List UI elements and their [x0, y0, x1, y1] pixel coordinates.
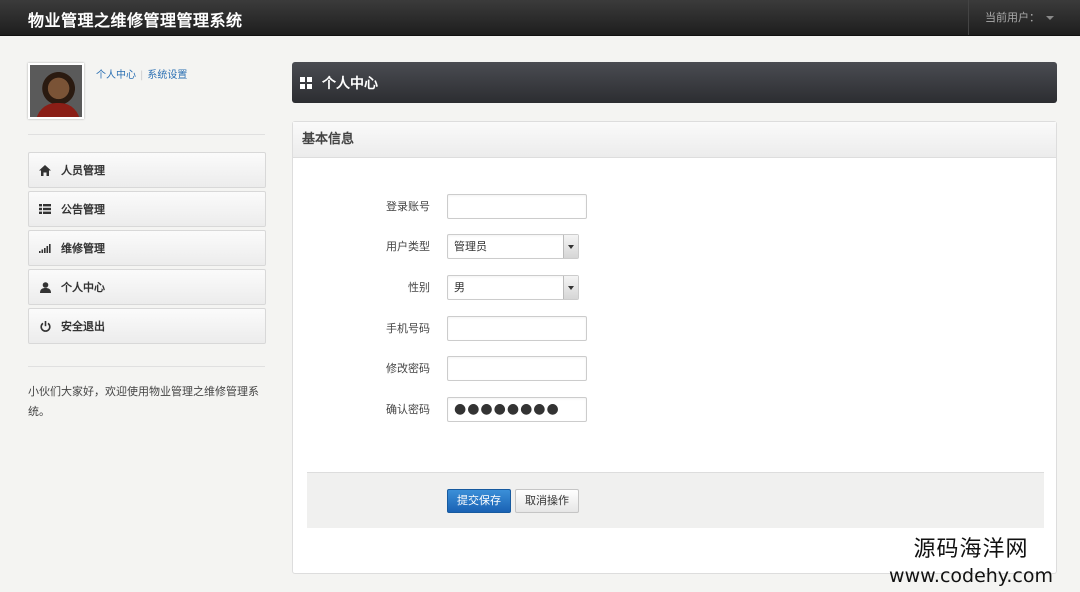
app-title[interactable]: 物业管理之维修管理管理系统 [28, 7, 243, 31]
current-user-menu[interactable]: 当前用户： [968, 0, 1080, 35]
new-password-input[interactable] [447, 356, 587, 381]
sidebar-item-label: 安全退出 [61, 320, 105, 333]
form-row-gender: 性别 男 [293, 275, 1058, 301]
sidebar-item-label: 人员管理 [61, 164, 105, 177]
sidebar-top-links: 个人中心 | 系统设置 [96, 70, 188, 81]
page-title: 个人中心 [322, 75, 378, 92]
form-row-confirm-password: 确认密码 ●●●●●●●● [293, 397, 1058, 423]
list-icon [39, 203, 51, 215]
form-row-new-password: 修改密码 [293, 356, 1058, 382]
avatar [28, 63, 84, 119]
sidebar-item-repairs[interactable]: 维修管理 [28, 230, 266, 266]
dropdown-arrow-icon[interactable] [563, 235, 578, 258]
sidebar-item-notices[interactable]: 公告管理 [28, 191, 266, 227]
basic-info-panel: 基本信息 登录账号 用户类型 管理员 性别 男 手机号码 修改密码 确认密码 ●… [292, 121, 1057, 574]
login-account-input[interactable] [447, 194, 587, 219]
confirm-password-input[interactable]: ●●●●●●●● [447, 397, 587, 422]
profile-link[interactable]: 个人中心 [96, 70, 136, 81]
form-row-login-account: 登录账号 [293, 194, 1058, 220]
welcome-text: 小伙们大家好，欢迎使用物业管理之维修管理系统。 [28, 385, 259, 418]
sidebar-item-label: 个人中心 [61, 281, 105, 294]
user-type-select[interactable]: 管理员 [447, 234, 579, 259]
top-navbar: 物业管理之维修管理管理系统 当前用户： [0, 0, 1080, 36]
form-actions: 提交保存 取消操作 [307, 472, 1044, 528]
submit-save-button[interactable]: 提交保存 [447, 489, 511, 513]
gender-select[interactable]: 男 [447, 275, 579, 300]
watermark-text: 源码海洋网 [913, 537, 1029, 562]
new-password-label: 修改密码 [386, 362, 430, 375]
power-icon [39, 320, 51, 332]
sidebar-nav: 人员管理 公告管理 维修管理 个人中心 安全退出 [28, 152, 266, 347]
sidebar-divider [28, 366, 265, 367]
form-row-user-type: 用户类型 管理员 [293, 234, 1058, 260]
current-user-label: 当前用户： [985, 11, 1040, 24]
signal-bars-icon [39, 242, 51, 254]
sidebar-item-label: 公告管理 [61, 203, 105, 216]
confirm-password-label: 确认密码 [386, 403, 430, 416]
form-row-phone: 手机号码 [293, 316, 1058, 342]
th-large-icon [300, 76, 312, 89]
login-account-label: 登录账号 [386, 200, 430, 213]
watermark: 源码海洋网 www.codehy.com [866, 536, 1076, 588]
user-type-value: 管理员 [454, 240, 487, 253]
sidebar-item-profile[interactable]: 个人中心 [28, 269, 266, 305]
home-icon [39, 164, 51, 176]
phone-input[interactable] [447, 316, 587, 341]
page-header: 个人中心 [292, 62, 1057, 103]
cancel-button[interactable]: 取消操作 [515, 489, 579, 513]
user-type-label: 用户类型 [386, 240, 430, 253]
sidebar-item-label: 维修管理 [61, 242, 105, 255]
dropdown-arrow-icon[interactable] [563, 276, 578, 299]
gender-value: 男 [454, 281, 465, 294]
sidebar-item-logout[interactable]: 安全退出 [28, 308, 266, 344]
sidebar-item-staff[interactable]: 人员管理 [28, 152, 266, 188]
settings-link[interactable]: 系统设置 [147, 70, 187, 81]
phone-label: 手机号码 [386, 322, 430, 335]
sidebar-divider [28, 134, 265, 135]
gender-label: 性别 [408, 281, 430, 294]
panel-title: 基本信息 [293, 122, 1056, 158]
caret-down-icon [1046, 16, 1054, 20]
watermark-url: www.codehy.com [889, 565, 1053, 587]
user-icon [39, 281, 51, 293]
